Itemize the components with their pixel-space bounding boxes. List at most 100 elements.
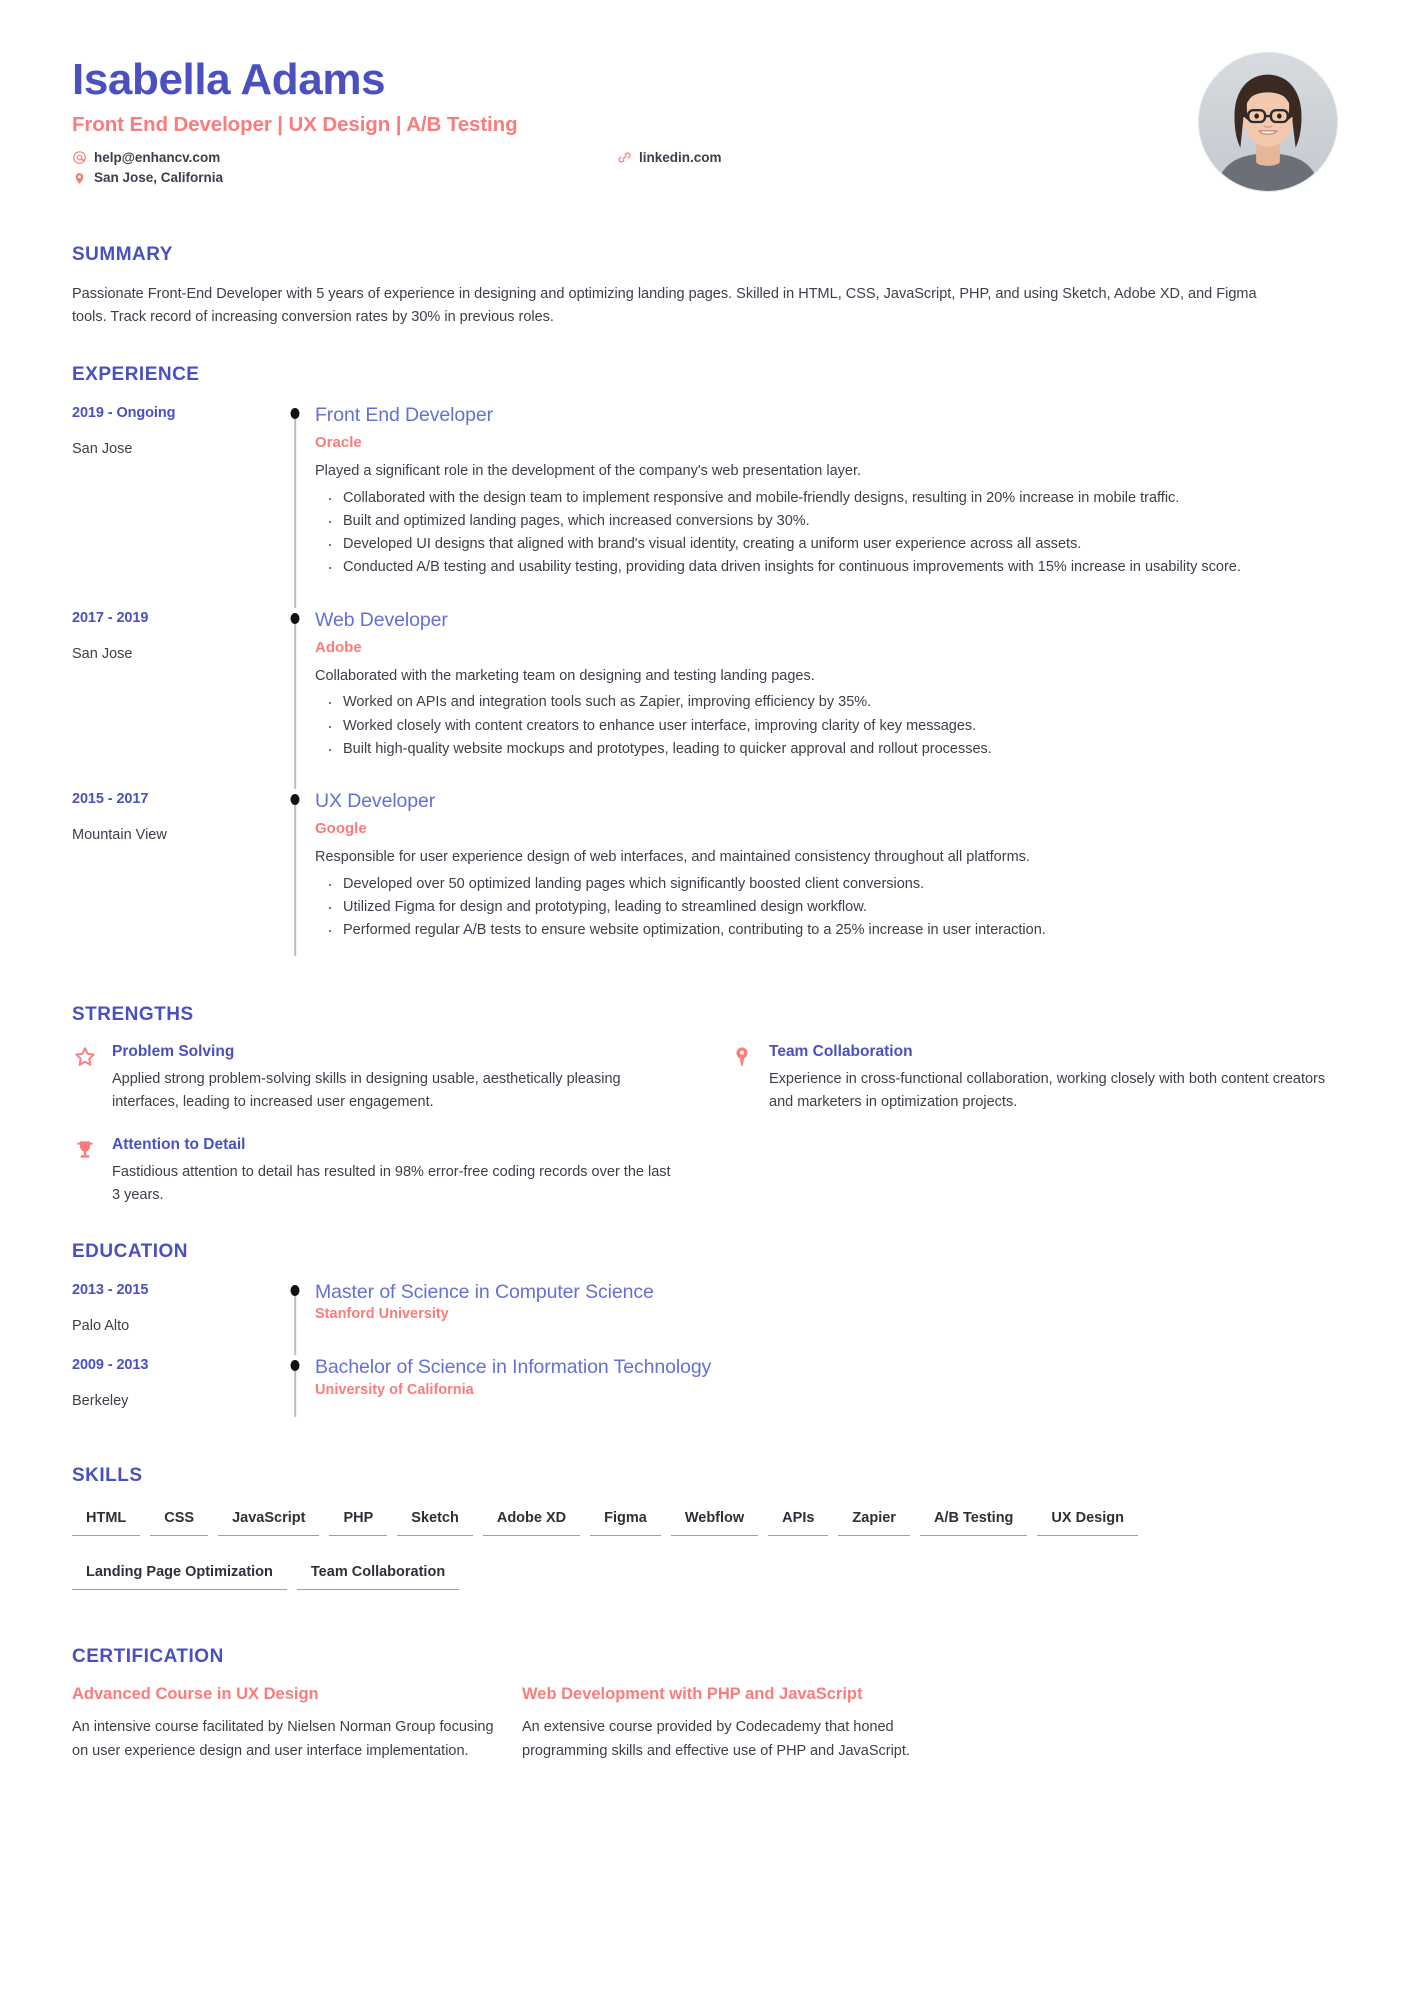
experience-entry: 2019 - Ongoing San Jose Front End Develo… (72, 403, 1338, 608)
entry-date: 2013 - 2015 (72, 1281, 149, 1298)
resume-header: Isabella Adams Front End Developer | UX … (72, 52, 1338, 192)
entry-body: Front End Developer Oracle Played a sign… (313, 403, 1338, 608)
certification-item: Web Development with PHP and JavaScript … (522, 1684, 952, 1763)
entry-position: Front End Developer (315, 403, 494, 426)
entry-location: Mountain View (72, 826, 167, 843)
skills-section: SKILLS HTML CSS JavaScript PHP Sketch Ad… (72, 1465, 1338, 1612)
timeline-dot (290, 407, 300, 419)
entry-date: 2017 - 2019 (72, 609, 149, 626)
linkedin-contact[interactable]: linkedin.com (617, 148, 722, 169)
entry-company: Google (315, 820, 367, 838)
skill-tag: PHP (329, 1504, 388, 1536)
bullet-item: Built and optimized landing pages, which… (315, 508, 1338, 536)
entry-school: Stanford University (315, 1306, 449, 1323)
bullet-item: Collaborated with the design team to imp… (315, 485, 1338, 513)
skill-tag: Figma (590, 1504, 661, 1536)
certification-name: Web Development with PHP and JavaScript (522, 1684, 863, 1703)
skill-tag: Adobe XD (482, 1504, 581, 1536)
entry-position: UX Developer (315, 789, 436, 812)
linkedin-text: linkedin.com (639, 149, 722, 165)
bullet-item: Performed regular A/B tests to ensure we… (315, 917, 1338, 945)
skill-tag: Sketch (397, 1504, 473, 1536)
skill-tag: Webflow (670, 1504, 759, 1536)
avatar (1198, 52, 1338, 192)
entry-date: 2019 - Ongoing (72, 404, 176, 421)
entry-body: Web Developer Adobe Collaborated with th… (313, 608, 1338, 789)
location-text: San Jose, California (94, 170, 224, 186)
entry-meta: 2017 - 2019 San Jose (72, 608, 277, 789)
entry-location: San Jose (72, 645, 133, 662)
education-section: EDUCATION 2013 - 2015 Palo Alto Master o… (72, 1241, 1338, 1431)
strengths-heading: STRENGTHS (72, 1004, 194, 1026)
entry-date: 2015 - 2017 (72, 790, 149, 807)
bullet-item: Built high-quality website mockups and p… (315, 736, 1338, 764)
entry-date: 2009 - 2013 (72, 1357, 149, 1374)
timeline-line (294, 615, 296, 789)
entry-degree: Master of Science in Computer Science (315, 1280, 654, 1303)
strength-item: Problem Solving Applied strong problem-s… (72, 1043, 681, 1114)
education-entry: 2013 - 2015 Palo Alto Master of Science … (72, 1280, 1338, 1356)
entry-description: Played a significant role in the develop… (315, 463, 862, 480)
skill-tag: CSS (150, 1504, 209, 1536)
resume-page: Isabella Adams Front End Developer | UX … (0, 0, 1410, 1995)
bullet-item: Utilized Figma for design and prototypin… (315, 894, 1338, 922)
strengths-grid: Problem Solving Applied strong problem-s… (72, 1043, 1338, 1207)
strength-text-block: Attention to Detail Fastidious attention… (112, 1136, 672, 1207)
experience-entry: 2017 - 2019 San Jose Web Developer Adobe… (72, 608, 1338, 789)
entry-description: Responsible for user experience design o… (315, 849, 1030, 866)
bullet-item: Conducted A/B testing and usability test… (315, 554, 1338, 582)
strength-description: Fastidious attention to detail has resul… (112, 1164, 671, 1203)
map-pin-icon (72, 171, 87, 186)
timeline-rail (277, 608, 313, 789)
experience-heading: EXPERIENCE (72, 363, 200, 385)
bullet-item: Worked on APIs and integration tools suc… (315, 689, 1338, 717)
entry-meta: 2009 - 2013 Berkeley (72, 1355, 277, 1430)
entry-location: Berkeley (72, 1393, 129, 1410)
skill-tag: UX Design (1037, 1504, 1138, 1536)
certification-description: An extensive course provided by Codecade… (522, 1719, 910, 1759)
entry-degree: Bachelor of Science in Information Techn… (315, 1356, 712, 1379)
certification-grid: Advanced Course in UX Design An intensiv… (72, 1684, 1338, 1763)
trophy-icon (72, 1137, 98, 1163)
email-contact[interactable]: help@enhancv.com (72, 148, 617, 169)
at-icon (72, 150, 87, 165)
strength-item: Attention to Detail Fastidious attention… (72, 1136, 681, 1207)
balloon-pin-icon (729, 1044, 755, 1070)
entry-meta: 2019 - Ongoing San Jose (72, 403, 277, 608)
strength-text-block: Problem Solving Applied strong problem-s… (112, 1043, 672, 1114)
email-text: help@enhancv.com (94, 149, 221, 165)
strength-text-block: Team Collaboration Experience in cross-f… (769, 1043, 1329, 1114)
strength-title: Team Collaboration (769, 1043, 913, 1061)
strength-title: Problem Solving (112, 1043, 235, 1061)
certification-heading: CERTIFICATION (72, 1645, 224, 1667)
summary-section: SUMMARY Passionate Front-End Developer w… (72, 244, 1338, 330)
contact-row-1: help@enhancv.com linkedin.com (72, 148, 1072, 169)
page-title: Isabella Adams (72, 55, 386, 104)
entry-description: Collaborated with the marketing team on … (315, 667, 815, 684)
skill-tag: A/B Testing (919, 1504, 1028, 1536)
certification-item: Advanced Course in UX Design An intensiv… (72, 1684, 502, 1763)
education-heading: EDUCATION (72, 1240, 189, 1262)
timeline-dot (290, 793, 300, 805)
timeline-dot (290, 612, 300, 624)
link-icon (617, 150, 632, 165)
entry-bullets: Collaborated with the design team to imp… (315, 485, 1338, 582)
education-entry: 2009 - 2013 Berkeley Bachelor of Science… (72, 1355, 1338, 1430)
skill-tag: Landing Page Optimization (72, 1558, 287, 1590)
timeline-line (294, 1363, 296, 1417)
strength-title: Attention to Detail (112, 1136, 246, 1154)
entry-location: San Jose (72, 440, 133, 457)
entry-meta: 2013 - 2015 Palo Alto (72, 1280, 277, 1355)
skill-tag: JavaScript (218, 1504, 320, 1536)
contact-row-2: San Jose, California (72, 168, 1072, 189)
strength-description: Applied strong problem-solving skills in… (112, 1071, 621, 1111)
entry-location: Palo Alto (72, 1317, 130, 1334)
skill-tag: HTML (72, 1504, 141, 1536)
summary-heading: SUMMARY (72, 244, 173, 265)
timeline-rail (277, 789, 313, 970)
skill-tag: APIs (768, 1504, 829, 1536)
entry-position: Web Developer (315, 608, 448, 631)
entry-school: University of California (315, 1381, 474, 1398)
header-text-block: Isabella Adams Front End Developer | UX … (72, 52, 1072, 189)
timeline-line (294, 410, 296, 608)
